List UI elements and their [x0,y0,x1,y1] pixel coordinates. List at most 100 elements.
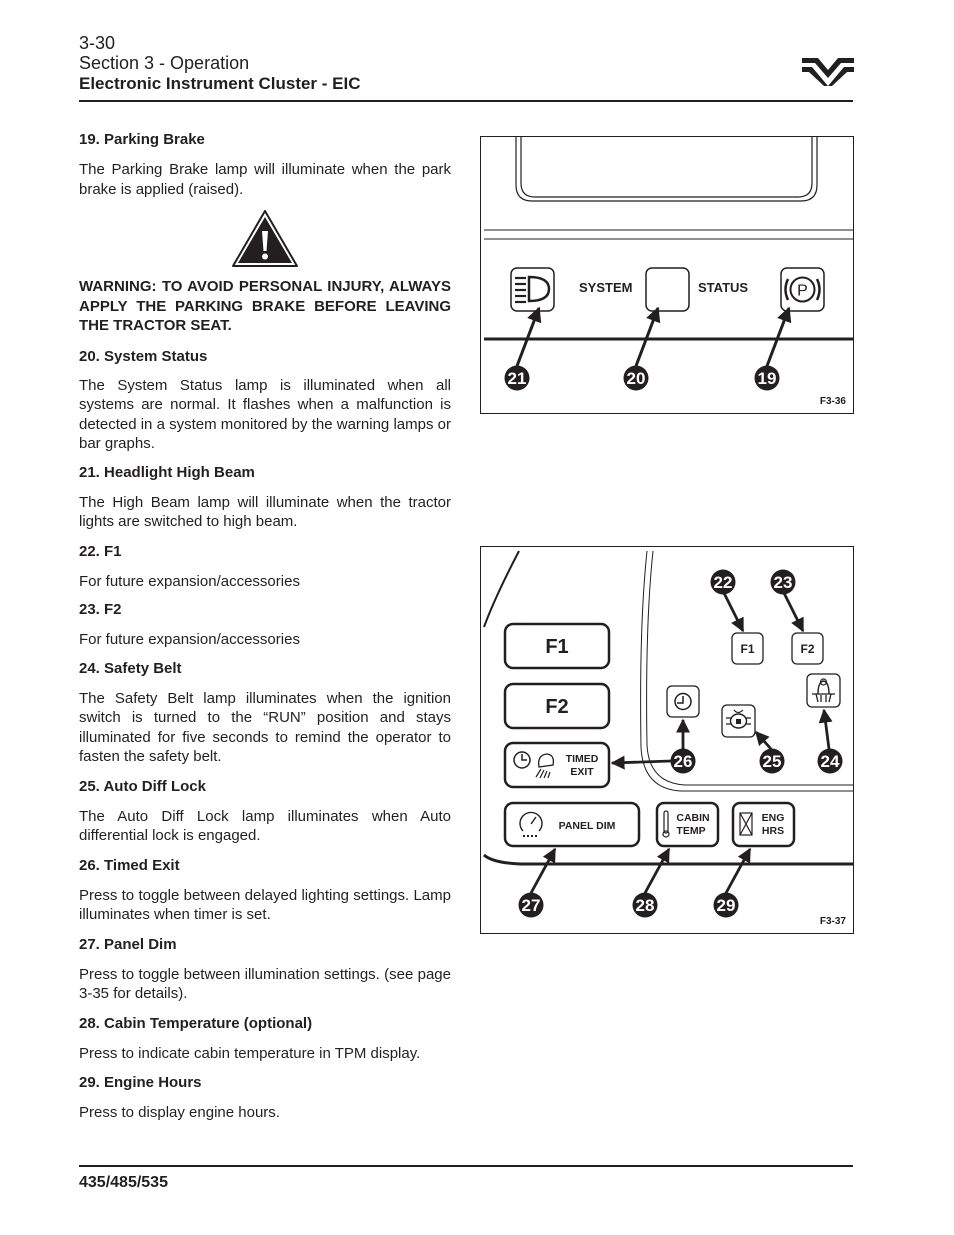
item-body: Press to toggle between delayed lighting… [79,886,451,924]
header-rule [79,100,853,102]
svg-text:25: 25 [763,752,782,771]
callout-27: 27 [518,892,544,918]
item-heading: 20. System Status [79,347,208,365]
section-title: Section 3 - Operation [79,53,250,73]
item-heading: 24. Safety Belt [79,659,182,677]
figure-f3-36: SYSTEM STATUS P 21 20 19 F3-36 [480,136,854,414]
callout-arrow [781,590,805,633]
high-beam-icon [510,267,555,312]
item-heading: 23. F2 [79,601,122,618]
item-heading: 25. Auto Diff Lock [79,777,206,795]
item-body: Press to toggle between illumination set… [79,965,451,1003]
callout-25: 25 [759,748,785,774]
svg-text:24: 24 [821,752,840,771]
svg-text:F1: F1 [740,642,754,656]
svg-text:19: 19 [758,369,777,388]
auto-diff-lock-lamp [721,704,756,738]
brand-logo-icon [802,58,854,86]
figure-id: F3-37 [820,916,847,927]
panel-dim-button[interactable]: PANEL DIM [503,801,641,848]
callout-arrow [515,306,542,367]
svg-text:F2: F2 [545,696,568,718]
item-body: The High Beam lamp will illuminate when … [79,493,451,531]
svg-text:F1: F1 [545,636,568,658]
f1-lamp: F1 [731,632,764,665]
svg-text:TEMP: TEMP [676,825,705,837]
warning-text: WARNING: TO AVOID PERSONAL INJURY, ALWAY… [79,278,451,334]
warning-icon-wrap [79,209,451,269]
callout-arrow [724,847,752,894]
callout-29: 29 [713,892,739,918]
svg-text:F2: F2 [800,642,814,656]
svg-text:22: 22 [714,573,733,592]
svg-text:21: 21 [508,369,527,388]
callout-arrow [529,847,557,894]
f2-button[interactable]: F2 [503,682,611,730]
callout-26: 26 [670,748,696,774]
item-heading: 19. Parking Brake [79,131,205,148]
svg-text:EXIT: EXIT [570,766,594,778]
figure-id: F3-36 [820,396,847,407]
item-body: Press to display engine hours. [79,1104,280,1121]
system-status-lamp [645,267,690,312]
timed-exit-lamp [666,685,700,718]
footer-rule [79,1165,853,1167]
item-body: Press to indicate cabin temperature in T… [79,1044,421,1062]
item-body: The Auto Diff Lock lamp illuminates when… [79,807,451,845]
callout-arrow [754,730,773,750]
callout-arrow [818,708,833,750]
callout-23: 23 [770,569,796,595]
callout-arrow [765,306,792,367]
callout-19: 19 [754,365,780,391]
callout-21: 21 [504,365,530,391]
callout-22: 22 [710,569,736,595]
svg-text:26: 26 [674,752,693,771]
svg-text:TIMED: TIMED [566,753,599,765]
item-body: The Parking Brake lamp will illuminate w… [79,161,451,198]
callout-arrow [721,590,745,633]
item-heading: 28. Cabin Temperature (optional) [79,1014,313,1032]
svg-text:PANEL DIM: PANEL DIM [559,820,616,832]
parking-brake-icon: P [780,267,825,312]
item-body: For future expansion/accessories [79,631,300,648]
timed-exit-button[interactable]: TIMED EXIT [503,741,611,789]
figure-f3-37: F1 F2 TIMED EXIT PANEL DIM CABIN TEMP EN… [480,546,854,934]
footer-models: 435/485/535 [79,1174,168,1191]
item-heading: 26. Timed Exit [79,856,180,874]
svg-text:20: 20 [627,369,646,388]
display-screen-outline [515,137,818,202]
item-heading: 21. Headlight High Beam [79,463,255,481]
panel-outline [483,550,520,628]
callout-20: 20 [623,365,649,391]
f2-lamp: F2 [791,632,824,665]
item-heading: 27. Panel Dim [79,935,177,953]
svg-text:ENG: ENG [762,812,785,824]
item-body: The System Status lamp is illuminated wh… [79,376,451,453]
engine-hours-button[interactable]: ENG HRS [731,801,796,848]
callout-24: 24 [817,748,843,774]
warning-triangle-icon [232,210,298,267]
callout-arrow [634,306,661,367]
item-heading: 29. Engine Hours [79,1074,202,1091]
svg-text:27: 27 [522,896,541,915]
svg-text:CABIN: CABIN [676,812,709,824]
svg-text:29: 29 [717,896,736,915]
safety-belt-lamp [806,673,841,708]
svg-text:23: 23 [774,573,793,592]
callout-28: 28 [632,892,658,918]
panel-edge-line [483,853,853,866]
svg-text:P: P [797,283,808,300]
status-label: STATUS [698,280,748,295]
page-title: Electronic Instrument Cluster - EIC [79,74,361,93]
svg-text:28: 28 [636,896,655,915]
f1-button[interactable]: F1 [503,622,611,670]
cabin-temp-button[interactable]: CABIN TEMP [655,801,720,848]
callout-arrow [643,847,671,894]
page-number: 3-30 [79,33,116,53]
item-body: The Safety Belt lamp illuminates when th… [79,689,451,766]
system-label: SYSTEM [579,280,632,295]
page-header: 3-30 Section 3 - Operation Electronic In… [79,33,853,95]
callout-arrow [610,755,672,770]
content-column: 19. Parking Brake The Parking Brake lamp… [79,130,451,1123]
svg-text:HRS: HRS [762,825,784,837]
